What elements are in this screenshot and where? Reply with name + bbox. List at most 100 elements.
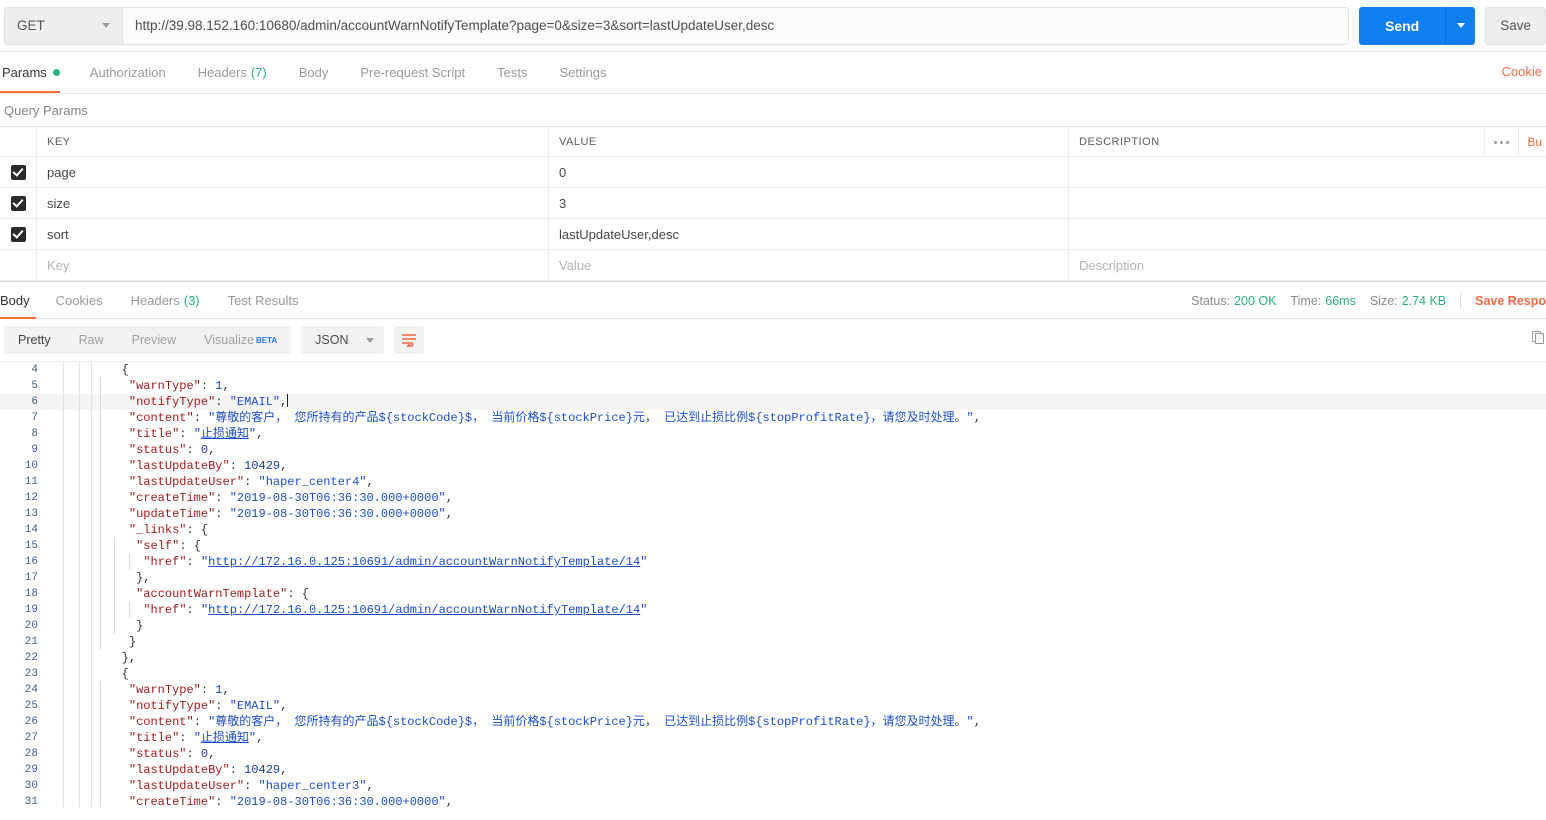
new-param-value-input[interactable]: Value xyxy=(549,250,1069,280)
new-param-key-input[interactable]: Key xyxy=(37,250,549,280)
time-group: Time: 66ms xyxy=(1290,294,1355,308)
gutter-column xyxy=(44,570,64,586)
gutter-column xyxy=(44,554,64,570)
code-line: 21} xyxy=(0,634,1546,650)
gutter-column xyxy=(64,554,80,570)
gutter-pad xyxy=(92,442,100,458)
save-response-button[interactable]: Save Respo xyxy=(1475,294,1546,308)
gutter-column xyxy=(80,522,92,538)
gutter-pad xyxy=(92,570,100,586)
status-group: Status: 200 OK xyxy=(1191,294,1276,308)
view-mode-visualize-label: Visualize xyxy=(204,333,254,347)
code-line: 9 "status": 0, xyxy=(0,442,1546,458)
response-tab-test-results[interactable]: Test Results xyxy=(214,281,313,319)
bulk-edit-link[interactable]: Bu xyxy=(1518,127,1546,157)
code-line: 20} xyxy=(0,618,1546,634)
gutter-column xyxy=(44,442,64,458)
tab-headers-count: (7) xyxy=(250,64,267,80)
line-number: 21 xyxy=(24,636,38,648)
gutter-column xyxy=(44,666,64,682)
gutter-pad xyxy=(92,602,100,618)
view-mode-visualize[interactable]: Visualize BETA xyxy=(190,326,291,354)
cookies-link[interactable]: Cookie xyxy=(1502,64,1542,79)
code-line: 16 "href": "http://172.16.0.125:10691/adm… xyxy=(0,554,1546,570)
gutter-column xyxy=(44,714,64,730)
time-label: Time: xyxy=(1290,294,1322,308)
save-request-button[interactable]: Save xyxy=(1485,6,1546,45)
gutter-pad xyxy=(92,522,100,538)
gutter-column xyxy=(64,586,80,602)
code-line: 23 { xyxy=(0,666,1546,682)
code-text: "status": 0, xyxy=(100,746,1546,762)
code-text: } xyxy=(100,618,1546,634)
gutter-column xyxy=(80,714,92,730)
param-key-input[interactable]: sort xyxy=(37,219,549,249)
gutter-column xyxy=(44,410,64,426)
gutter-column xyxy=(64,730,80,746)
code-line: 28 "status": 0, xyxy=(0,746,1546,762)
gutter-column xyxy=(64,394,80,410)
gutter-column xyxy=(80,538,92,554)
http-method-select[interactable]: GET xyxy=(4,6,122,45)
view-mode-preview[interactable]: Preview xyxy=(118,326,190,354)
tab-settings[interactable]: Settings xyxy=(543,51,622,93)
send-button[interactable]: Send xyxy=(1358,6,1446,45)
gutter-column xyxy=(44,474,64,490)
tab-tests[interactable]: Tests xyxy=(481,51,543,93)
row-enable-checkbox[interactable] xyxy=(10,164,26,180)
gutter-column xyxy=(64,506,80,522)
copy-response-icon[interactable] xyxy=(1532,331,1544,344)
code-line: 17}, xyxy=(0,570,1546,586)
view-mode-raw[interactable]: Raw xyxy=(65,326,118,354)
gutter-pad xyxy=(92,698,100,714)
param-key-input[interactable]: size xyxy=(37,188,549,218)
response-tab-headers[interactable]: Headers (3) xyxy=(117,281,214,319)
tab-body[interactable]: Body xyxy=(283,51,345,93)
size-value: 2.74 KB xyxy=(1401,294,1447,308)
gutter-column xyxy=(64,378,80,394)
response-format-select[interactable]: JSON xyxy=(301,326,385,354)
response-body-editor[interactable]: 4{5 "warnType": 1, 6 "notifyType": "EMAIL",… xyxy=(0,361,1546,807)
request-tabs: Params Authorization Headers (7) Body Pr… xyxy=(0,52,1546,94)
code-line: 12 "createTime": "2019-08-30T06:36:30.000… xyxy=(0,490,1546,506)
gutter-column xyxy=(44,618,64,634)
code-text: { xyxy=(121,667,129,681)
tab-pre-request-script[interactable]: Pre-request Script xyxy=(344,51,481,93)
response-tab-body[interactable]: Body xyxy=(0,281,42,319)
code-line: 29 "lastUpdateBy": 10429, xyxy=(0,762,1546,778)
param-description-input[interactable] xyxy=(1069,188,1546,218)
wrap-lines-button[interactable] xyxy=(394,326,425,354)
header-checkbox-cell xyxy=(0,127,37,156)
response-tab-cookies[interactable]: Cookies xyxy=(42,281,117,319)
gutter-column xyxy=(64,634,80,650)
gutter-column xyxy=(64,474,80,490)
param-key-input[interactable]: page xyxy=(37,157,549,187)
gutter-column xyxy=(80,746,92,762)
code-text: { xyxy=(121,363,129,377)
url-input[interactable]: http://39.98.152.160:10680/admin/account… xyxy=(122,6,1349,45)
tab-params[interactable]: Params xyxy=(0,51,74,93)
param-description-input[interactable] xyxy=(1069,219,1546,249)
param-value-input[interactable]: 3 xyxy=(549,188,1069,218)
send-options-button[interactable] xyxy=(1445,6,1476,45)
response-tab-body-label: Body xyxy=(0,292,30,308)
code-line: 13 "updateTime": "2019-08-30T06:36:30.000… xyxy=(0,506,1546,522)
line-number: 19 xyxy=(24,604,38,616)
line-number: 15 xyxy=(24,540,38,552)
tab-headers[interactable]: Headers (7) xyxy=(182,51,283,93)
tab-authorization[interactable]: Authorization xyxy=(74,51,182,93)
http-method-label: GET xyxy=(17,18,45,33)
new-param-description-input[interactable]: Description xyxy=(1069,250,1546,280)
code-text: } xyxy=(100,634,1546,650)
chevron-down-icon xyxy=(366,337,375,343)
row-enable-checkbox[interactable] xyxy=(10,195,26,211)
more-options-icon[interactable] xyxy=(1484,127,1518,157)
row-enable-checkbox[interactable] xyxy=(10,226,26,242)
param-description-input[interactable] xyxy=(1069,157,1546,187)
gutter-column xyxy=(80,474,92,490)
view-mode-pretty[interactable]: Pretty xyxy=(4,326,65,354)
line-number: 12 xyxy=(24,492,38,504)
line-number: 28 xyxy=(24,748,38,760)
param-value-input[interactable]: 0 xyxy=(549,157,1069,187)
param-value-input[interactable]: lastUpdateUser,desc xyxy=(549,219,1069,249)
